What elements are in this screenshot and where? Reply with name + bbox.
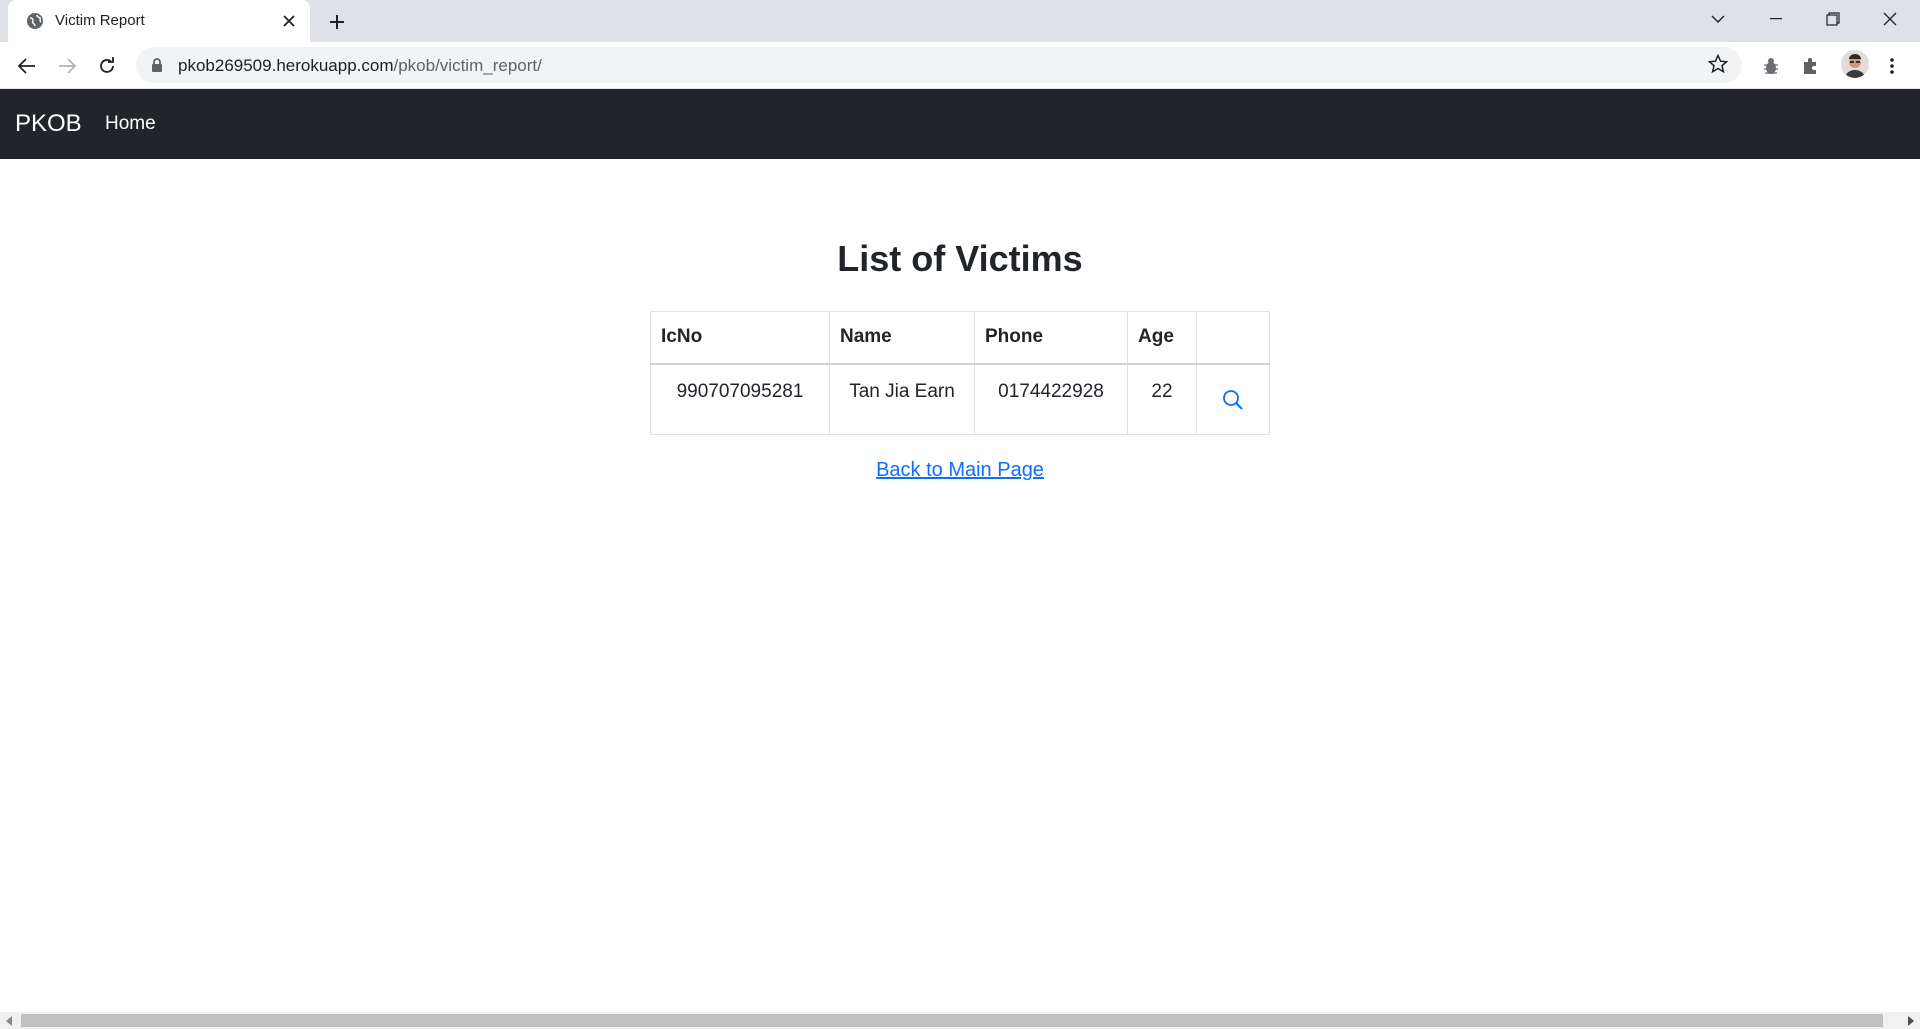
- browser-tab[interactable]: Victim Report: [8, 0, 310, 42]
- header-phone: Phone: [974, 311, 1128, 364]
- extensions-puzzle-icon[interactable]: [1797, 52, 1825, 80]
- globe-icon: [26, 12, 44, 30]
- site-navbar: PKOB Home: [0, 89, 1920, 159]
- chevron-down-icon[interactable]: [1690, 0, 1746, 38]
- page-title: List of Victims: [837, 238, 1083, 279]
- table-header-row: IcNo Name Phone Age: [650, 311, 1270, 364]
- brand-logo[interactable]: PKOB: [15, 110, 82, 138]
- browser-toolbar: pkob269509.herokuapp.com/pkob/victim_rep…: [0, 42, 1920, 89]
- back-to-main-link[interactable]: Back to Main Page: [876, 459, 1044, 481]
- cell-action: [1196, 363, 1270, 435]
- cell-name: Tan Jia Earn: [829, 363, 975, 435]
- url-text: pkob269509.herokuapp.com/pkob/victim_rep…: [178, 56, 542, 76]
- minimize-icon[interactable]: [1748, 0, 1804, 38]
- tab-title: Victim Report: [55, 12, 145, 29]
- victims-table: IcNo Name Phone Age 990707095281 Tan Jia…: [650, 311, 1270, 435]
- new-tab-icon[interactable]: [325, 10, 349, 34]
- scroll-left-arrow-icon[interactable]: [6, 1016, 12, 1026]
- header-icno: IcNo: [650, 311, 830, 364]
- lock-icon: [150, 57, 166, 73]
- address-bar[interactable]: pkob269509.herokuapp.com/pkob/victim_rep…: [136, 47, 1742, 83]
- browser-menu-icon[interactable]: [1878, 52, 1906, 80]
- header-age: Age: [1127, 311, 1197, 364]
- url-host: pkob269509.herokuapp.com: [178, 56, 394, 75]
- forward-arrow-icon[interactable]: [53, 52, 81, 80]
- header-name: Name: [829, 311, 975, 364]
- back-link-container: Back to Main Page: [0, 459, 1920, 482]
- cell-age: 22: [1127, 363, 1197, 435]
- avatar[interactable]: [1841, 50, 1869, 78]
- bookmark-star-icon[interactable]: [1707, 53, 1730, 76]
- scroll-right-arrow-icon[interactable]: [1908, 1016, 1914, 1026]
- close-icon[interactable]: [278, 10, 300, 32]
- cell-phone: 0174422928: [974, 363, 1128, 435]
- header-action: [1196, 311, 1270, 364]
- horizontal-scrollbar[interactable]: [0, 1012, 1920, 1029]
- cell-icno: 990707095281: [650, 363, 830, 435]
- browser-tabstrip: Victim Report: [0, 0, 1920, 42]
- bug-extension-icon[interactable]: [1757, 52, 1785, 80]
- search-icon[interactable]: [1222, 389, 1244, 411]
- url-path: /pkob/victim_report/: [393, 56, 542, 75]
- back-arrow-icon[interactable]: [13, 52, 41, 80]
- nav-home-link[interactable]: Home: [105, 113, 156, 135]
- scrollbar-thumb[interactable]: [21, 1014, 1883, 1027]
- window-close-icon[interactable]: [1862, 0, 1918, 38]
- restore-icon[interactable]: [1805, 0, 1861, 38]
- table-row: 990707095281 Tan Jia Earn 0174422928 22: [650, 363, 1270, 435]
- reload-icon[interactable]: [93, 52, 121, 80]
